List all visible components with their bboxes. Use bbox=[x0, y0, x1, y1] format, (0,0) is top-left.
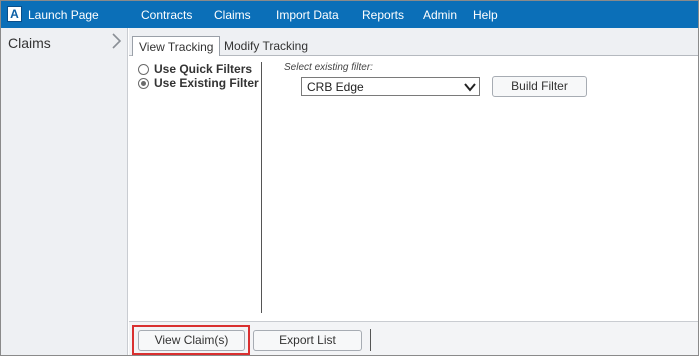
launch-page-link[interactable]: A Launch Page bbox=[1, 1, 128, 28]
selected-filter-value: CRB Edge bbox=[307, 80, 364, 94]
sidebar-title: Claims bbox=[8, 35, 51, 51]
view-claims-button[interactable]: View Claim(s) bbox=[138, 330, 245, 351]
existing-filter-select[interactable]: CRB Edge bbox=[301, 77, 480, 96]
app-window: A Launch Page Contracts Claims Import Da… bbox=[0, 0, 699, 356]
nav-import-data[interactable]: Import Data bbox=[276, 8, 339, 22]
build-filter-button[interactable]: Build Filter bbox=[492, 76, 587, 97]
tab-view-tracking[interactable]: View Tracking bbox=[132, 36, 221, 57]
nav-reports[interactable]: Reports bbox=[362, 8, 404, 22]
chevron-right-icon[interactable] bbox=[109, 32, 123, 50]
quick-filters-option[interactable]: Use Quick Filters bbox=[138, 62, 252, 76]
nav-help[interactable]: Help bbox=[473, 8, 498, 22]
select-filter-caption: Select existing filter: bbox=[284, 62, 373, 73]
tab-modify-tracking[interactable]: Modify Tracking bbox=[218, 36, 314, 56]
launch-page-label: Launch Page bbox=[28, 8, 99, 22]
existing-filter-label: Use Existing Filter bbox=[154, 76, 259, 90]
bottom-action-bar: View Claim(s) Export List bbox=[129, 321, 698, 355]
app-logo-icon: A bbox=[7, 6, 22, 22]
nav-contracts[interactable]: Contracts bbox=[141, 8, 192, 22]
toolbar-separator bbox=[370, 329, 371, 351]
chevron-down-icon bbox=[464, 83, 476, 92]
tracking-panel: Use Quick Filters Use Existing Filter Se… bbox=[129, 56, 698, 321]
export-list-button[interactable]: Export List bbox=[253, 330, 362, 351]
existing-filter-option[interactable]: Use Existing Filter bbox=[138, 76, 259, 90]
tab-strip: View Tracking Modify Tracking bbox=[129, 28, 698, 57]
quick-filters-label: Use Quick Filters bbox=[154, 62, 253, 76]
top-nav-bar: A Launch Page Contracts Claims Import Da… bbox=[1, 1, 698, 28]
vertical-divider bbox=[261, 62, 262, 313]
nav-admin[interactable]: Admin bbox=[423, 8, 457, 22]
sidebar: Claims bbox=[1, 28, 128, 355]
existing-filter-radio[interactable] bbox=[138, 77, 149, 89]
nav-claims[interactable]: Claims bbox=[214, 8, 251, 22]
quick-filters-radio[interactable] bbox=[138, 63, 149, 75]
